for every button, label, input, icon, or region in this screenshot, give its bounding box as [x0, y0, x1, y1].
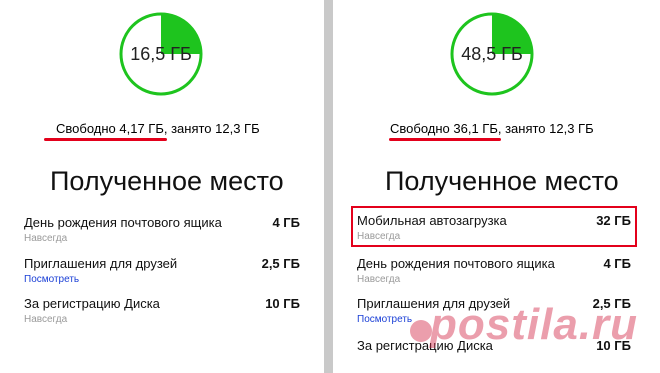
- item-duration: Навсегда: [357, 231, 401, 242]
- list-item: День рождения почтового ящика 4 ГБ Навсе…: [24, 215, 300, 245]
- storage-summary: Свободно 36,1 ГБ, занято 12,3 ГБ: [390, 121, 594, 136]
- item-name: За регистрацию Диска: [24, 296, 160, 311]
- watermark-logo: [410, 320, 432, 342]
- item-name: День рождения почтового ящика: [24, 215, 222, 230]
- view-link[interactable]: Посмотреть: [357, 314, 412, 325]
- view-link[interactable]: Посмотреть: [24, 274, 79, 285]
- list-item: День рождения почтового ящика 4 ГБ Навсе…: [357, 256, 631, 286]
- storage-donut: 16,5 ГБ: [117, 10, 205, 98]
- item-duration: Навсегда: [357, 274, 401, 285]
- item-size: 32 ГБ: [596, 213, 631, 228]
- donut-value: 16,5 ГБ: [130, 43, 192, 64]
- used-space-text: , занято 12,3 ГБ: [497, 121, 594, 136]
- item-name: Приглашения для друзей: [24, 256, 178, 271]
- list-item: Мобильная автозагрузка 32 ГБ Навсегда: [357, 213, 631, 243]
- item-size: 2,5 ГБ: [261, 256, 300, 271]
- item-duration: Навсегда: [24, 314, 68, 325]
- free-space-text: Свободно 4,17 ГБ: [56, 121, 164, 136]
- list-item: Приглашения для друзей 2,5 ГБ Посмотреть: [24, 256, 300, 286]
- received-space-title: Полученное место: [50, 166, 284, 196]
- watermark: postila.ru: [430, 300, 639, 349]
- storage-donut: 48,5 ГБ: [448, 10, 536, 98]
- item-size: 4 ГБ: [603, 256, 631, 271]
- item-name: Мобильная автозагрузка: [357, 213, 507, 228]
- item-duration: Навсегда: [24, 233, 68, 244]
- used-space-text: , занято 12,3 ГБ: [163, 121, 260, 136]
- left-panel: 16,5 ГБ Свободно 4,17 ГБ, занято 12,3 ГБ…: [0, 0, 324, 373]
- list-item: За регистрацию Диска 10 ГБ Навсегда: [24, 296, 300, 326]
- received-space-title: Полученное место: [385, 166, 619, 196]
- item-size: 4 ГБ: [272, 215, 300, 230]
- free-space-underline: [389, 138, 501, 141]
- panel-divider: [324, 0, 333, 373]
- storage-summary: Свободно 4,17 ГБ, занято 12,3 ГБ: [56, 121, 260, 136]
- free-space-underline: [44, 138, 167, 141]
- item-name: День рождения почтового ящика: [357, 256, 555, 271]
- donut-value: 48,5 ГБ: [461, 43, 523, 64]
- item-size: 10 ГБ: [265, 296, 300, 311]
- free-space-text: Свободно 36,1 ГБ: [390, 121, 498, 136]
